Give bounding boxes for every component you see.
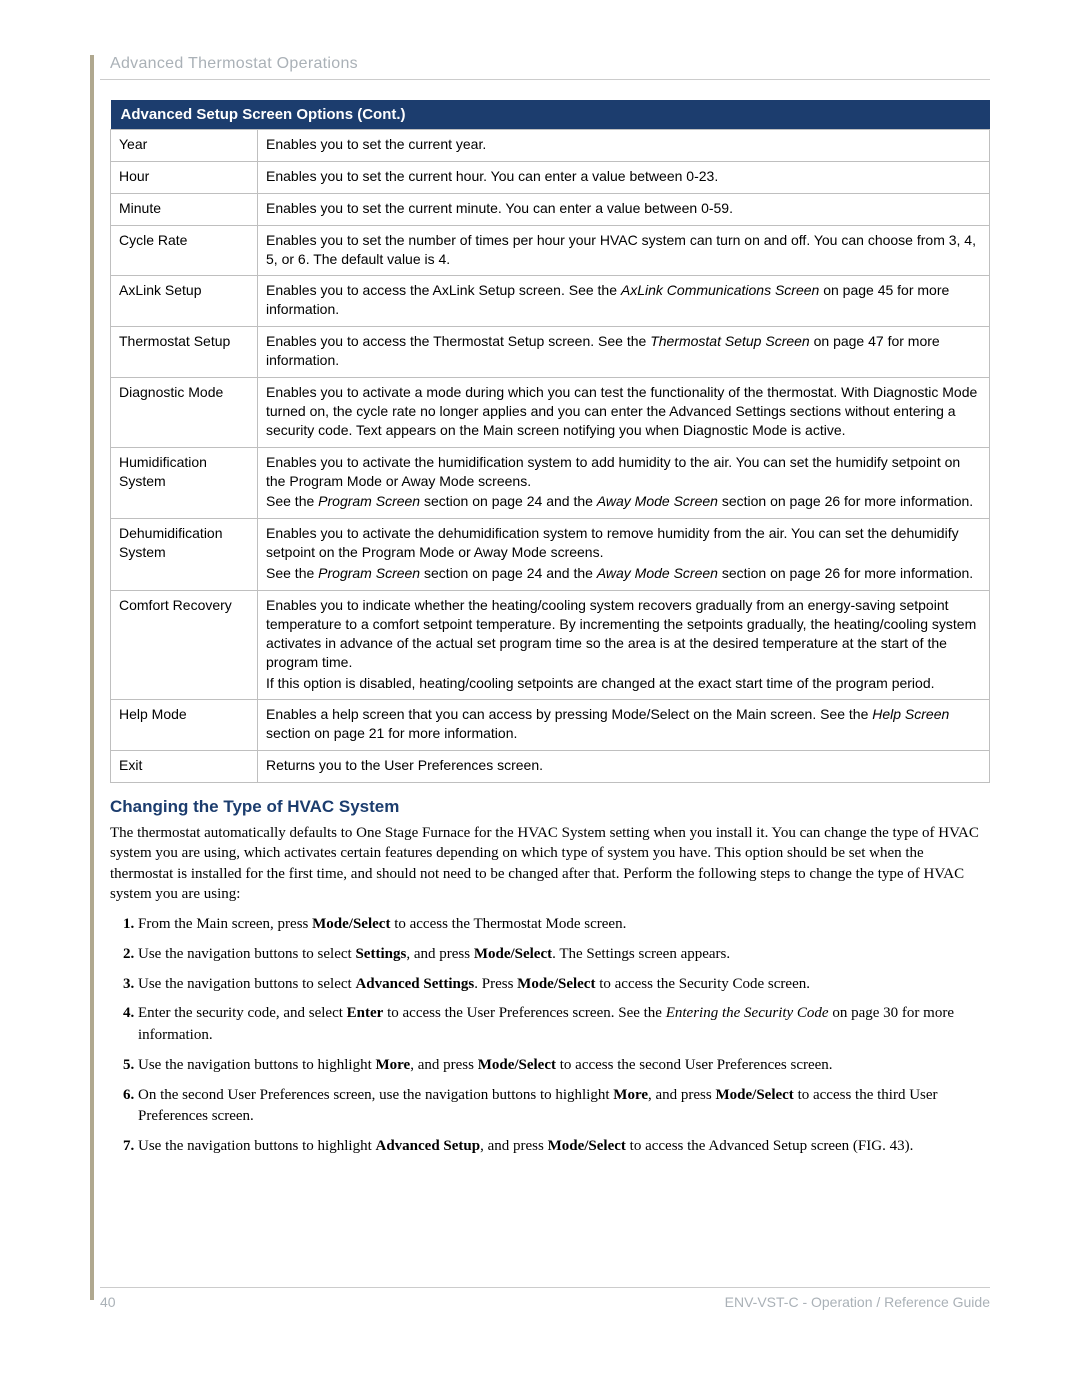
option-description: Enables you to access the AxLink Setup s… (258, 276, 990, 327)
option-name: Minute (111, 193, 258, 225)
page-footer: 40 ENV-VST-C - Operation / Reference Gui… (100, 1287, 990, 1310)
options-table: Advanced Setup Screen Options (Cont.) Ye… (110, 100, 990, 783)
page-number: 40 (100, 1294, 116, 1310)
option-description: Enables you to set the current year. (258, 130, 990, 162)
step-item: From the Main screen, press Mode/Select … (138, 914, 990, 936)
option-name: Help Mode (111, 700, 258, 751)
option-name: Year (111, 130, 258, 162)
intro-paragraph: The thermostat automatically defaults to… (110, 823, 990, 904)
option-name: Exit (111, 751, 258, 783)
option-name: Comfort Recovery (111, 591, 258, 700)
table-row: YearEnables you to set the current year. (111, 130, 990, 162)
table-row: MinuteEnables you to set the current min… (111, 193, 990, 225)
page-left-accent (90, 55, 94, 1300)
doc-title: ENV-VST-C - Operation / Reference Guide (725, 1294, 990, 1310)
option-description: Enables you to set the number of times p… (258, 225, 990, 276)
option-description: Enables you to set the current hour. You… (258, 161, 990, 193)
table-row: HourEnables you to set the current hour.… (111, 161, 990, 193)
option-description: Enables a help screen that you can acces… (258, 700, 990, 751)
table-row: Help ModeEnables a help screen that you … (111, 700, 990, 751)
table-row: ExitReturns you to the User Preferences … (111, 751, 990, 783)
table-row: Humidification SystemEnables you to acti… (111, 447, 990, 519)
table-row: Comfort RecoveryEnables you to indicate … (111, 591, 990, 700)
step-item: Use the navigation buttons to highlight … (138, 1055, 990, 1077)
option-name: Dehumidification System (111, 519, 258, 591)
option-description: Enables you to activate the dehumidifica… (258, 519, 990, 591)
page-header: Advanced Thermostat Operations (100, 55, 990, 80)
step-item: Use the navigation buttons to select Set… (138, 944, 990, 966)
table-title: Advanced Setup Screen Options (Cont.) (111, 100, 990, 130)
section-subhead: Changing the Type of HVAC System (110, 797, 990, 817)
option-description: Returns you to the User Preferences scre… (258, 751, 990, 783)
table-row: Cycle RateEnables you to set the number … (111, 225, 990, 276)
steps-list: From the Main screen, press Mode/Select … (110, 914, 990, 1158)
option-name: Cycle Rate (111, 225, 258, 276)
table-row: Diagnostic ModeEnables you to activate a… (111, 378, 990, 448)
table-row: Thermostat SetupEnables you to access th… (111, 327, 990, 378)
option-name: Diagnostic Mode (111, 378, 258, 448)
option-description: Enables you to activate the humidificati… (258, 447, 990, 519)
step-item: Enter the security code, and select Ente… (138, 1003, 990, 1047)
option-description: Enables you to indicate whether the heat… (258, 591, 990, 700)
step-item: Use the navigation buttons to select Adv… (138, 974, 990, 996)
option-name: Hour (111, 161, 258, 193)
step-item: On the second User Preferences screen, u… (138, 1085, 990, 1129)
option-name: Thermostat Setup (111, 327, 258, 378)
table-row: Dehumidification SystemEnables you to ac… (111, 519, 990, 591)
option-name: AxLink Setup (111, 276, 258, 327)
step-item: Use the navigation buttons to highlight … (138, 1136, 990, 1158)
option-description: Enables you to set the current minute. Y… (258, 193, 990, 225)
option-description: Enables you to activate a mode during wh… (258, 378, 990, 448)
table-row: AxLink SetupEnables you to access the Ax… (111, 276, 990, 327)
option-name: Humidification System (111, 447, 258, 519)
page-content: Advanced Setup Screen Options (Cont.) Ye… (100, 100, 990, 1158)
option-description: Enables you to access the Thermostat Set… (258, 327, 990, 378)
